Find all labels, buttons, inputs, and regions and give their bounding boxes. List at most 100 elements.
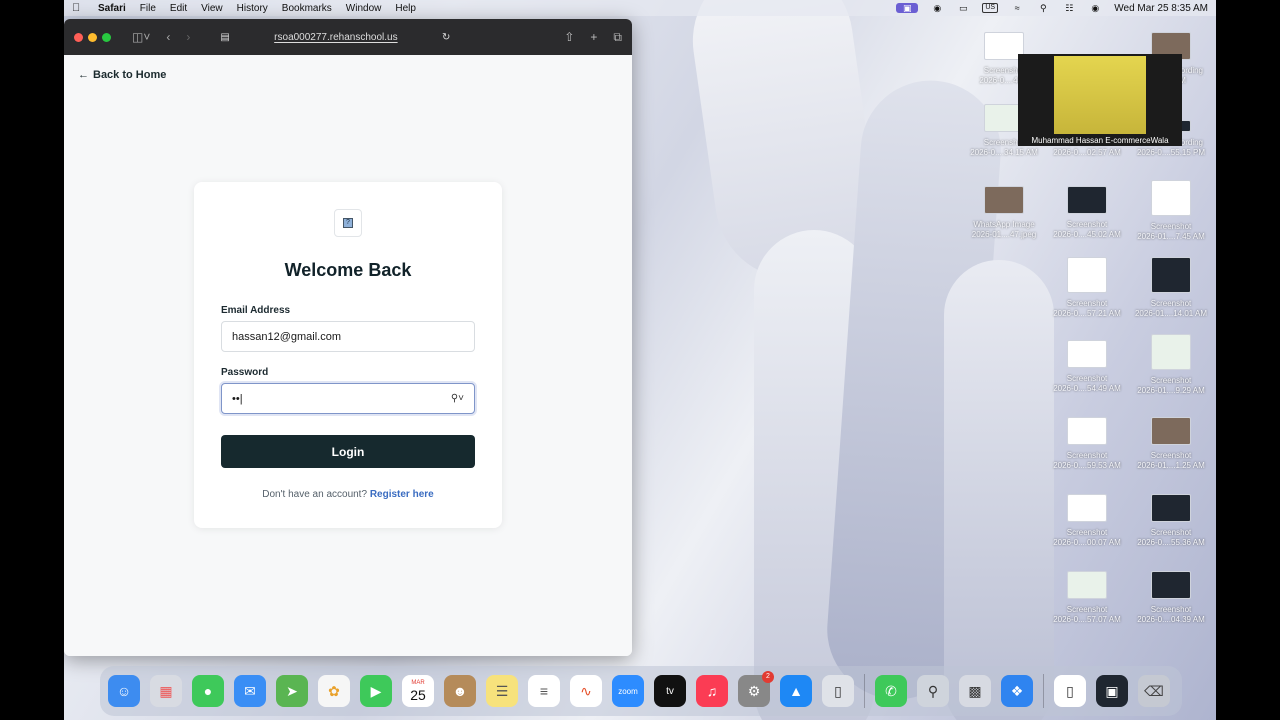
zoom-icon[interactable]: zoom — [612, 675, 644, 707]
desktop-file[interactable]: Screenshot 2026-0....45.02 AM — [1047, 186, 1127, 240]
screen-share-icon[interactable]: ▣ — [896, 3, 919, 13]
login-button[interactable]: Login — [221, 435, 475, 468]
safari-icon[interactable]: ❖ — [1001, 675, 1033, 707]
page-title: Welcome Back — [284, 260, 412, 280]
calendar-icon[interactable]: MAR 25 — [402, 675, 434, 707]
siri-icon[interactable]: ◉ — [1088, 3, 1102, 13]
menu-file[interactable]: File — [140, 3, 156, 14]
apple-tv-icon[interactable]: tv — [654, 675, 686, 707]
input-source-icon[interactable]: US — [982, 3, 999, 13]
arrow-left-icon: ← — [78, 69, 89, 81]
back-arrow-icon[interactable]: ‹ — [166, 30, 170, 44]
sidebar-icon[interactable]: ◫˅ — [132, 30, 150, 44]
password-key-icon[interactable]: ⚲˅ — [451, 393, 464, 404]
register-prompt: Don't have an account? Register here — [194, 489, 502, 500]
email-label: Email Address — [221, 305, 291, 316]
back-to-home-link[interactable]: ← Back to Home — [78, 69, 166, 81]
document-icon[interactable]: ▯ — [1054, 675, 1086, 707]
desktop-screen:  Safari File Edit View History Bookmark… — [64, 0, 1216, 720]
web-page: ← Back to Home ? Welcome Back Email Addr… — [64, 55, 632, 656]
address-bar[interactable]: ▤ rsoa000277.rehanschool.us ↻ — [220, 27, 450, 47]
menu-datetime[interactable]: Wed Mar 25 8:35 AM — [1114, 3, 1208, 14]
desktop-file[interactable]: Screenshot 2026-01....7.45 AM — [1131, 180, 1211, 242]
fullscreen-window-button[interactable] — [102, 32, 111, 42]
facetime-icon[interactable]: ▶ — [360, 675, 392, 707]
new-tab-icon[interactable]: + — [590, 30, 597, 45]
register-link[interactable]: Register here — [370, 489, 434, 500]
system-settings-icon[interactable]: ⚙ 2 — [738, 671, 774, 707]
site-settings-icon[interactable]: ▤ — [220, 32, 229, 43]
menu-bookmarks[interactable]: Bookmarks — [282, 3, 332, 14]
menu-edit[interactable]: Edit — [170, 3, 187, 14]
desktop-file[interactable]: Screenshot 2026-0....57.21 AM — [1047, 257, 1127, 319]
iphone-mirroring-icon[interactable]: ▯ — [822, 675, 854, 707]
share-icon[interactable]: ⇧ — [564, 30, 574, 45]
login-card: ? Welcome Back Email Address hassan12@gm… — [194, 182, 502, 528]
notes-icon[interactable]: ☰ — [486, 675, 518, 707]
photos-icon[interactable]: ✿ — [318, 675, 350, 707]
menu-help[interactable]: Help — [395, 3, 416, 14]
menu-window[interactable]: Window — [346, 3, 382, 14]
search-icon[interactable]: ⚲ — [1036, 3, 1050, 13]
forward-arrow-icon[interactable]: › — [186, 30, 190, 44]
logo-image-icon: ? — [343, 218, 353, 228]
app-store-icon[interactable]: ▲ — [780, 675, 812, 707]
participant-name: Muhammad Hassan E-commerceWala — [1031, 136, 1169, 145]
desktop-file[interactable]: Screenshot 2026-0....04.39 AM — [1131, 571, 1211, 625]
menu-view[interactable]: View — [201, 3, 223, 14]
school-logo: ? — [334, 209, 362, 237]
email-value: hassan12@gmail.com — [232, 330, 341, 343]
desktop-file[interactable]: Screenshot 2026-0....57.07 AM — [1047, 571, 1127, 625]
freeform-icon[interactable]: ∿ — [570, 675, 602, 707]
desktop-file[interactable]: Screenshot 2026-0....54.49 AM — [1047, 340, 1127, 394]
desktop-file[interactable]: Screenshot 2026-01....9.29 AM — [1131, 334, 1211, 396]
desktop-file[interactable]: Screenshot 2026-01....1.25 AM — [1131, 417, 1211, 471]
participant-video — [1054, 56, 1146, 134]
browser-toolbar: ◫˅ ‹ › ▤ rsoa000277.rehanschool.us ↻ ⇧ +… — [64, 19, 632, 55]
reminders-icon[interactable]: ≡ — [528, 675, 560, 707]
reload-icon[interactable]: ↻ — [442, 32, 450, 43]
menu-history[interactable]: History — [237, 3, 268, 14]
wifi-icon[interactable]: ≈ — [1010, 3, 1024, 13]
whatsapp-icon[interactable]: ✆ — [875, 675, 907, 707]
contacts-icon[interactable]: ☻ — [444, 675, 476, 707]
battery-icon[interactable]: ▭ — [956, 3, 970, 13]
close-window-button[interactable] — [74, 32, 83, 42]
menu-bar:  Safari File Edit View History Bookmark… — [64, 0, 1216, 16]
minimize-window-button[interactable] — [88, 32, 97, 42]
trash-icon[interactable]: ⌫ — [1138, 675, 1170, 707]
desktop-file[interactable]: Screenshot 2026-0....55.36 AM — [1131, 494, 1211, 548]
desktop-file[interactable]: WhatsApp Image 2026-01....47.jpeg — [964, 186, 1044, 240]
apple-icon[interactable]:  — [72, 2, 84, 14]
url-text[interactable]: rsoa000277.rehanschool.us — [274, 32, 397, 43]
launchpad-icon[interactable]: ▦ — [150, 675, 182, 707]
password-label: Password — [221, 367, 269, 378]
tab-overview-icon[interactable]: ⧉ — [613, 30, 622, 45]
register-prompt-text: Don't have an account? — [262, 489, 368, 500]
dock-separator — [1043, 674, 1044, 708]
control-center-icon[interactable]: ☷ — [1062, 3, 1076, 13]
video-call-overlay[interactable]: Muhammad Hassan E-commerceWala — [1018, 54, 1182, 146]
back-to-home-label: Back to Home — [93, 69, 167, 81]
password-value: •• — [232, 392, 240, 405]
desktop-file[interactable]: Screenshot 2026-01....14.01 AM — [1131, 257, 1211, 319]
dock-separator — [864, 674, 865, 708]
preview-icon[interactable]: ▩ — [959, 675, 991, 707]
recent-window-icon[interactable]: ▣ — [1096, 675, 1128, 707]
dock: ☺ ▦ ● ✉ ➤ ✿ ▶ MAR 25 ☻ ☰ ≡ ∿ zoom tv ♫ ⚙ 2… — [100, 666, 1182, 716]
quicktime-icon[interactable]: ⚲ — [917, 675, 949, 707]
email-field[interactable]: hassan12@gmail.com — [221, 321, 475, 352]
finder-icon[interactable]: ☺ — [108, 675, 140, 707]
maps-icon[interactable]: ➤ — [276, 675, 308, 707]
password-field[interactable]: •• | ⚲˅ — [221, 383, 475, 414]
safari-window: ◫˅ ‹ › ▤ rsoa000277.rehanschool.us ↻ ⇧ +… — [64, 19, 632, 656]
menu-app-name[interactable]: Safari — [98, 3, 126, 14]
messages-icon[interactable]: ● — [192, 675, 224, 707]
play-icon[interactable]: ◉ — [930, 3, 944, 13]
mail-icon[interactable]: ✉ — [234, 675, 266, 707]
music-icon[interactable]: ♫ — [696, 675, 728, 707]
wallpaper-shape — [944, 260, 1054, 720]
desktop-file[interactable]: Screenshot 2026-0....59.53 AM — [1047, 417, 1127, 471]
desktop-file[interactable]: Screenshot 2026-0....00.07 AM — [1047, 494, 1127, 548]
settings-badge: 2 — [762, 671, 774, 683]
